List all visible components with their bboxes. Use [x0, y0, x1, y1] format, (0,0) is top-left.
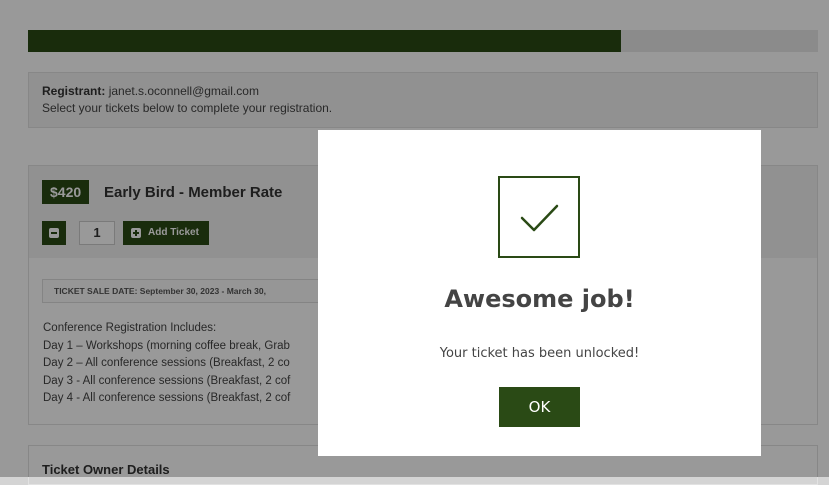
checkmark-icon [498, 176, 580, 258]
success-modal: Awesome job! Your ticket has been unlock… [318, 130, 761, 456]
modal-title: Awesome job! [444, 285, 635, 313]
ok-button[interactable]: OK [499, 387, 580, 427]
modal-message: Your ticket has been unlocked! [439, 346, 640, 361]
checkmark-svg [520, 204, 559, 232]
